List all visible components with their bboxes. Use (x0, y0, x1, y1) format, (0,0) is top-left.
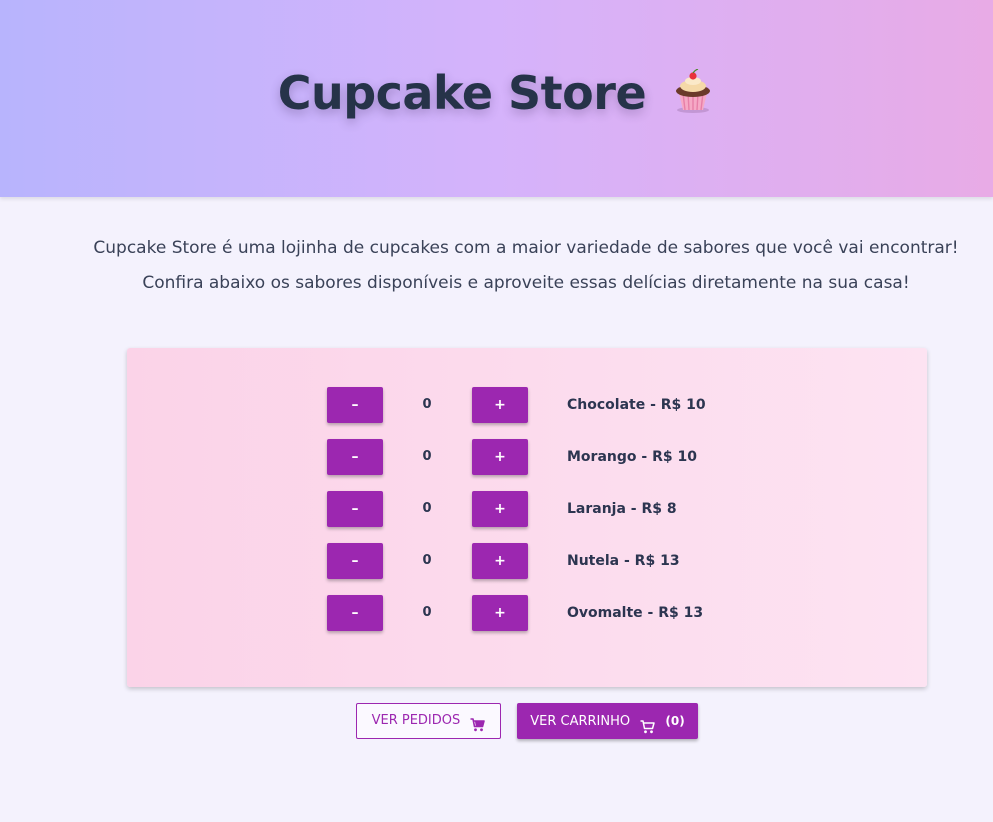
view-cart-label: VER CARRINHO (530, 714, 631, 729)
flavor-label-laranja: Laranja - R$ 8 (567, 501, 677, 517)
decrease-morango-button[interactable]: – (327, 439, 383, 475)
flavor-label-ovomalte: Ovomalte - R$ 13 (567, 605, 704, 621)
flavor-label-chocolate: Chocolate - R$ 10 (567, 397, 706, 413)
product-row-nutela: – 0 + Nutela - R$ 13 (327, 543, 787, 579)
cart-icon (470, 712, 486, 732)
quantity-ovomalte: 0 (422, 605, 432, 620)
decrease-nutela-button[interactable]: – (327, 543, 383, 579)
increase-ovomalte-button[interactable]: + (472, 595, 528, 631)
view-orders-label: VER PEDIDOS (371, 713, 461, 728)
flavor-label-nutela: Nutela - R$ 13 (567, 553, 680, 569)
quantity-chocolate: 0 (422, 397, 432, 412)
view-cart-button[interactable]: VER CARRINHO (0) (517, 703, 698, 739)
increase-nutela-button[interactable]: + (472, 543, 528, 579)
cart-icon (640, 713, 656, 734)
intro-text: Cupcake Store é uma lojinha de cupcakes … (0, 231, 993, 301)
view-orders-button[interactable]: VER PEDIDOS (356, 703, 501, 739)
decrease-ovomalte-button[interactable]: – (327, 595, 383, 631)
product-row-morango: – 0 + Morango - R$ 10 (327, 439, 787, 475)
page-title: Cupcake Store (277, 66, 647, 120)
quantity-morango: 0 (422, 449, 432, 464)
increase-laranja-button[interactable]: + (472, 491, 528, 527)
flavor-label-morango: Morango - R$ 10 (567, 449, 697, 465)
quantity-nutela: 0 (422, 553, 432, 568)
title-wrap: Cupcake Store (0, 66, 993, 120)
increase-morango-button[interactable]: + (472, 439, 528, 475)
quantity-laranja: 0 (422, 501, 432, 516)
product-row-laranja: – 0 + Laranja - R$ 8 (327, 491, 787, 527)
product-row-chocolate: – 0 + Chocolate - R$ 10 (327, 387, 787, 423)
flavor-card: – 0 + Chocolate - R$ 10 – 0 + Morango - … (127, 348, 927, 687)
increase-chocolate-button[interactable]: + (472, 387, 528, 423)
product-row-ovomalte: – 0 + Ovomalte - R$ 13 (327, 595, 787, 631)
decrease-chocolate-button[interactable]: – (327, 387, 383, 423)
hero-header: Cupcake Store (0, 0, 993, 197)
cart-count-badge: (0) (665, 714, 685, 728)
cupcake-icon (671, 68, 715, 117)
intro-line-2: Confira abaixo os sabores disponíveis e … (142, 273, 910, 293)
decrease-laranja-button[interactable]: – (327, 491, 383, 527)
intro-line-1: Cupcake Store é uma lojinha de cupcakes … (93, 238, 959, 258)
